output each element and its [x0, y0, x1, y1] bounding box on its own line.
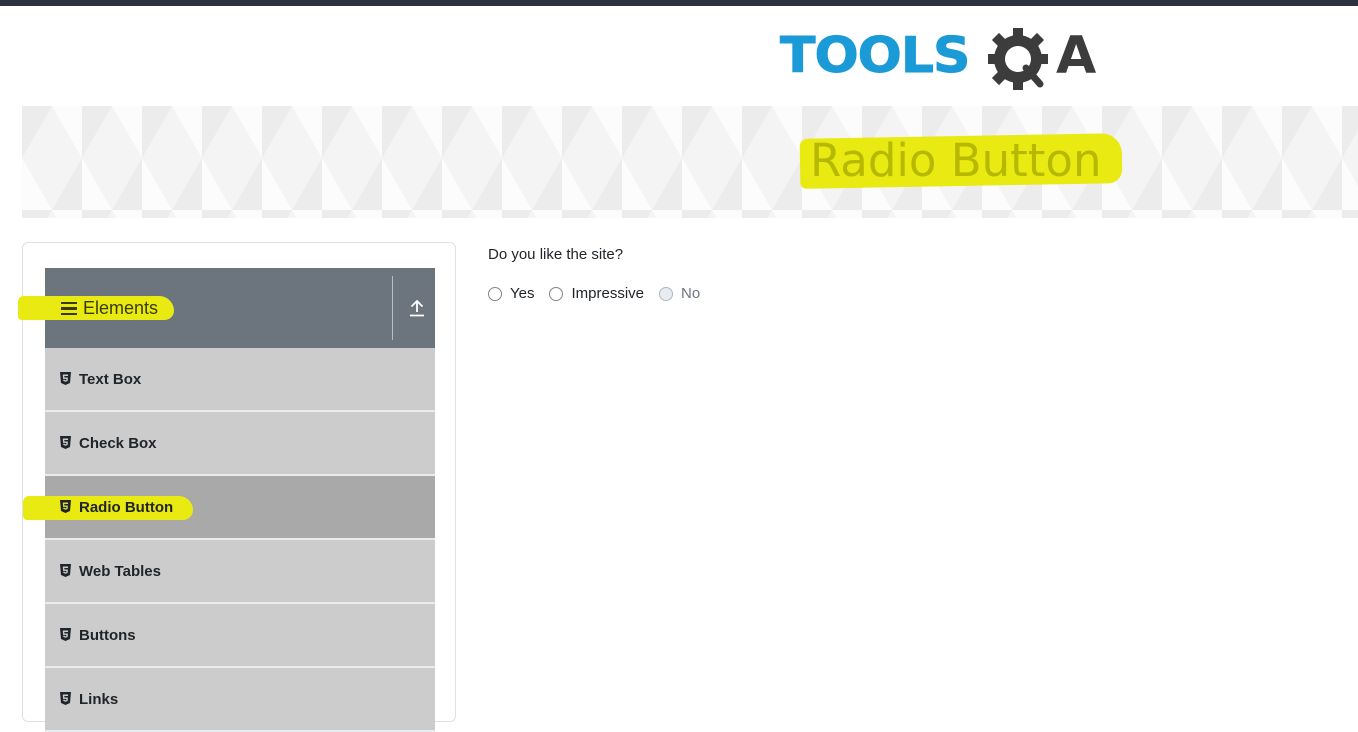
group-title: Elements — [61, 298, 158, 319]
html5-icon — [60, 436, 71, 449]
bars-icon — [61, 301, 77, 316]
html5-icon — [60, 564, 71, 577]
header-divider — [392, 276, 393, 340]
sidebar-item-label: Radio Button — [79, 499, 174, 516]
sidebar-item-label: Buttons — [79, 627, 136, 644]
elements-group-header[interactable]: Elements — [18, 268, 435, 348]
radio-label-yes[interactable]: Yes — [510, 285, 534, 302]
sidebar-item-buttons[interactable]: Buttons — [45, 604, 435, 668]
radio-impressive[interactable] — [549, 286, 564, 301]
sidebar-item-text-box[interactable]: Text Box — [45, 348, 435, 412]
page-banner: Radio Button — [22, 106, 1358, 218]
radio-option-no: No — [659, 285, 700, 302]
html5-icon — [60, 500, 71, 513]
sidebar-item-label: Links — [79, 691, 119, 708]
sidebar-item-web-tables[interactable]: Web Tables — [45, 540, 435, 604]
logo-text: TOOLS — [779, 27, 970, 85]
sidebar-item-check-box[interactable]: Check Box — [45, 412, 435, 476]
radio-option-impressive[interactable]: Impressive — [549, 285, 644, 302]
toolsqa-logo[interactable]: TOOLS A — [779, 24, 1110, 98]
sidebar-item-label: Text Box — [79, 371, 142, 388]
sidebar-item-label: Check Box — [79, 435, 157, 452]
radio-label-no: No — [681, 285, 701, 302]
html5-icon — [60, 372, 71, 385]
sidebar-item-links[interactable]: Links — [45, 668, 435, 732]
radio-no — [659, 286, 674, 301]
radio-group: Yes Impressive No — [488, 285, 715, 302]
group-title-label: Elements — [83, 298, 159, 318]
page-title: Radio Button — [810, 134, 1102, 187]
radio-yes[interactable] — [488, 286, 502, 301]
logo-suffix: A — [1056, 26, 1097, 86]
elements-menu: Text Box Check Box Radio Button Web Tabl… — [23, 348, 435, 732]
radio-label-impressive[interactable]: Impressive — [571, 285, 644, 302]
radio-question: Do you like the site? — [488, 246, 624, 263]
html5-icon — [60, 628, 71, 641]
radio-option-yes[interactable]: Yes — [488, 285, 534, 302]
collapse-arrow-icon[interactable] — [407, 298, 427, 318]
sidebar-item-radio-button[interactable]: Radio Button — [23, 476, 435, 540]
sidebar-item-label: Web Tables — [79, 563, 161, 580]
gear-magnifier-icon — [988, 28, 1048, 90]
left-panel: Elements Text Box Check Box Radio Button… — [18, 242, 456, 732]
html5-icon — [60, 692, 71, 705]
top-bar — [0, 0, 1358, 6]
